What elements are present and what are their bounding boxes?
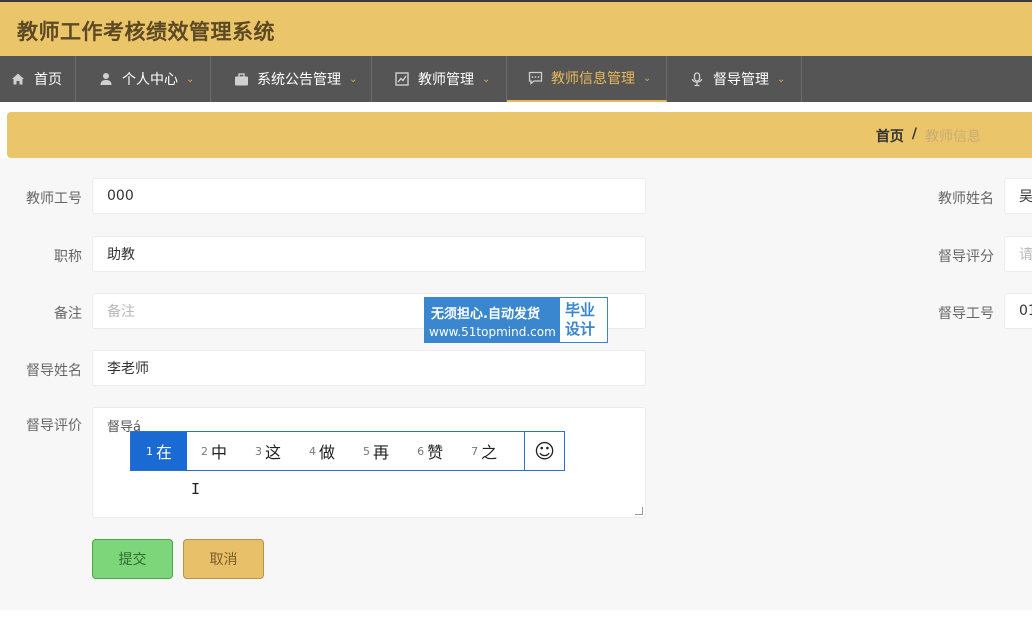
supervisor-score-label: 督导评分 (938, 249, 994, 265)
text-cursor-icon: I (191, 480, 201, 498)
ime-candidate[interactable]: 5再 (349, 432, 403, 470)
user-icon (98, 71, 114, 87)
ime-candidate[interactable]: 3这 (241, 432, 295, 470)
chevron-down-icon: ⌄ (777, 73, 786, 85)
ime-candidate-number: 4 (309, 444, 317, 458)
chevron-down-icon: ⌄ (643, 72, 652, 84)
nav-item-label: 首页 (34, 72, 62, 88)
nav-item-personal-center[interactable]: 个人中心 ⌄ (76, 56, 211, 102)
breadcrumb-separator: / (911, 126, 917, 142)
ime-candidate[interactable]: 4做 (295, 432, 349, 470)
teacher-id-field[interactable]: 000 (92, 178, 646, 214)
nav-item-teacher-management[interactable]: 教师管理 ⌄ (372, 56, 507, 102)
nav-item-supervisor-management[interactable]: 督导管理 ⌄ (667, 56, 802, 102)
ime-candidate-number: 2 (201, 444, 208, 458)
ime-candidate-text: 这 (265, 443, 282, 462)
submit-button[interactable]: 提交 (92, 539, 173, 579)
supervisor-id-label: 督导工号 (938, 306, 994, 322)
nav-item-home[interactable]: 首页 (0, 56, 76, 102)
ime-candidate-number: 3 (255, 444, 263, 458)
breadcrumb-current: 教师信息 (925, 129, 981, 145)
watermark-line1: 无须担心.自动发货 (431, 307, 540, 322)
ime-candidate-text: 赞 (427, 443, 444, 462)
message-icon (527, 70, 543, 86)
ime-candidate-number: 1 (145, 444, 153, 458)
supervisor-name-field[interactable]: 李老师 (92, 350, 646, 386)
watermark-left-panel: 无须担心.自动发货 www.51topmind.com (425, 298, 560, 342)
breadcrumb-bar: 首页 / 教师信息 (7, 112, 1032, 158)
breadcrumb-home[interactable]: 首页 (876, 126, 904, 146)
chart-icon (394, 71, 410, 87)
ime-candidate[interactable]: 1在 (131, 432, 187, 470)
ime-candidate-number: 5 (363, 444, 371, 458)
ime-candidate-text: 之 (481, 443, 498, 462)
chevron-down-icon: ⌄ (482, 73, 491, 85)
watermark-badge: 无须担心.自动发货 www.51topmind.com 毕业 设计 (424, 297, 608, 343)
ime-candidate[interactable]: 2中 (187, 432, 241, 470)
ime-candidate[interactable]: 7之 (457, 432, 511, 470)
microphone-icon (689, 71, 705, 87)
nav-item-label: 督导管理 (713, 72, 769, 88)
supervisor-comment-label: 督导评价 (26, 418, 82, 434)
ime-candidate-bar: 1在 2中 3这 4做 5再 6赞 7之 ☺ (130, 431, 565, 471)
app-title: 教师工作考核绩效管理系统 (17, 20, 275, 44)
watermark-right-panel: 毕业 设计 (565, 301, 595, 339)
ime-candidate-number: 7 (471, 444, 479, 458)
supervisor-id-field[interactable]: 01 (1004, 293, 1032, 329)
main-nav: 首页 个人中心 ⌄ 系统公告管理 ⌄ 教师管理 ⌄ 教师信息管理 ⌄ 督导管理 … (0, 56, 1032, 102)
watermark-line2: www.51topmind.com (429, 325, 556, 339)
supervisor-score-field[interactable]: 请 (1004, 236, 1032, 272)
teacher-name-label: 教师姓名 (938, 191, 994, 207)
title-label: 职称 (54, 249, 82, 265)
cancel-button[interactable]: 取消 (183, 539, 264, 579)
briefcase-icon (233, 71, 249, 87)
emoji-glyph: ☺ (534, 439, 555, 463)
teacher-name-field[interactable]: 吴 (1004, 178, 1032, 214)
nav-item-label: 系统公告管理 (257, 72, 341, 88)
ime-candidate-text: 做 (319, 443, 336, 462)
emoji-icon[interactable]: ☺ (524, 432, 564, 470)
chevron-down-icon: ⌄ (349, 73, 358, 85)
nav-item-label: 教师信息管理 (551, 71, 635, 87)
resize-handle-icon[interactable] (635, 507, 643, 515)
ime-candidate-text: 再 (373, 443, 390, 462)
breadcrumb: 首页 / 教师信息 (876, 126, 981, 146)
header-bar: 教师工作考核绩效管理系统 (0, 0, 1032, 56)
teacher-id-label: 教师工号 (26, 191, 82, 207)
watermark-right-line2: 设计 (565, 320, 596, 338)
watermark-right-line1: 毕业 (565, 301, 596, 319)
ime-candidate-text: 中 (211, 443, 228, 462)
ime-candidate-number: 6 (417, 444, 425, 458)
chevron-down-icon: ⌄ (186, 73, 195, 85)
ime-candidate[interactable]: 6赞 (403, 432, 457, 470)
nav-item-announcement-management[interactable]: 系统公告管理 ⌄ (211, 56, 372, 102)
title-field[interactable]: 助教 (92, 236, 646, 272)
remark-label: 备注 (54, 306, 82, 322)
home-icon (10, 71, 26, 87)
supervisor-name-label: 督导姓名 (26, 363, 82, 379)
ime-candidate-text: 在 (155, 443, 172, 462)
nav-item-label: 个人中心 (122, 72, 178, 88)
nav-item-label: 教师管理 (418, 72, 474, 88)
nav-item-teacher-info-management[interactable]: 教师信息管理 ⌄ (507, 56, 667, 102)
